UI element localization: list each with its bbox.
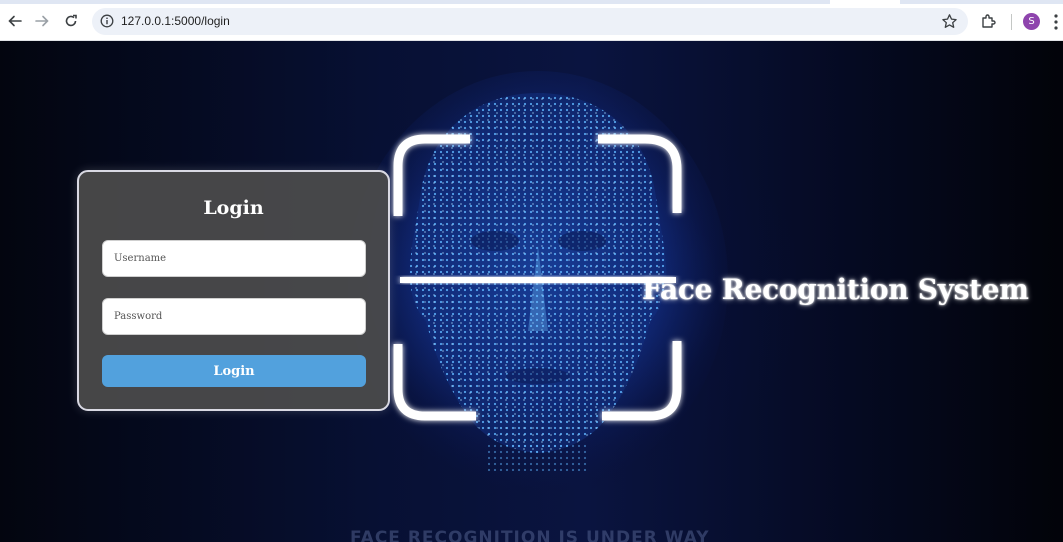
arrow-left-icon xyxy=(8,15,22,27)
login-page: Login Login Face Recognition System FACE… xyxy=(0,41,1063,542)
address-bar[interactable]: 127.0.0.1:5000/login xyxy=(92,8,968,35)
login-button[interactable]: Login xyxy=(102,355,366,387)
profile-avatar[interactable]: S xyxy=(1023,13,1040,30)
star-icon[interactable] xyxy=(941,13,958,30)
login-title: Login xyxy=(203,197,264,219)
reload-icon xyxy=(65,14,77,27)
browser-toolbar: 127.0.0.1:5000/login S xyxy=(0,0,1063,41)
username-input[interactable] xyxy=(102,240,366,277)
url-text[interactable]: 127.0.0.1:5000/login xyxy=(121,14,230,28)
forward-button[interactable] xyxy=(31,10,53,32)
info-icon[interactable] xyxy=(100,14,114,28)
system-title: Face Recognition System xyxy=(642,273,1029,306)
arrow-right-icon xyxy=(35,15,49,27)
toolbar-divider xyxy=(1011,14,1012,30)
tab-strip xyxy=(0,0,1063,4)
back-button[interactable] xyxy=(4,10,26,32)
status-banner: FACE RECOGNITION IS UNDER WAY xyxy=(350,528,710,542)
kebab-menu-icon[interactable] xyxy=(1053,13,1059,31)
login-card: Login Login xyxy=(77,170,390,411)
scan-line xyxy=(400,277,676,283)
password-input[interactable] xyxy=(102,298,366,335)
reload-button[interactable] xyxy=(60,10,82,32)
puzzle-icon[interactable] xyxy=(980,12,998,30)
